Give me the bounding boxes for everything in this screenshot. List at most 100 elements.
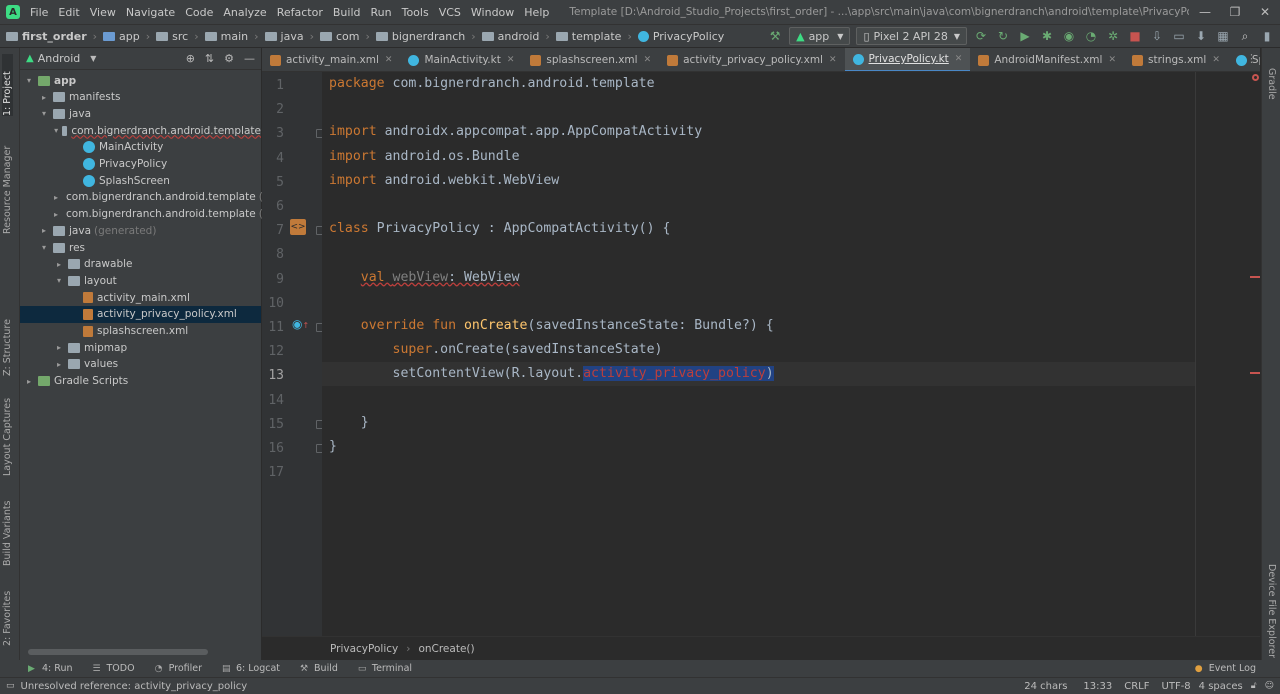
terminal-tool-tab[interactable]: ▭ Terminal <box>358 663 412 674</box>
tree-item-activity-privacy-policy-xml[interactable]: activity_privacy_policy.xml <box>20 305 261 323</box>
chevron-right-icon[interactable]: ▸ <box>54 360 64 369</box>
chevron-down-icon[interactable]: ▼ <box>90 54 96 63</box>
tree-item-mipmap[interactable]: ▸ mipmap <box>20 339 261 356</box>
error-stripe[interactable] <box>1246 72 1260 636</box>
structure-tool-tab[interactable]: Z: Structure <box>2 319 13 376</box>
menu-window[interactable]: Window <box>471 6 514 19</box>
restore-icon[interactable]: ❐ <box>1220 5 1250 19</box>
close-tab-icon[interactable]: ✕ <box>1108 55 1116 65</box>
collapse-all-icon[interactable]: ⇅ <box>205 52 214 65</box>
lock-icon[interactable]: 🔓︎ <box>1251 681 1257 691</box>
tree-item-manifests[interactable]: ▸ manifests <box>20 89 261 106</box>
device-select[interactable]: ▯ Pixel 2 API 28 ▼ <box>856 27 967 45</box>
coverage-icon[interactable]: ◉ <box>1060 27 1078 45</box>
run-icon[interactable]: ▶ <box>1016 27 1034 45</box>
build-tool-tab[interactable]: ⚒ Build <box>300 663 338 674</box>
layout-inspector-icon[interactable]: ▦ <box>1214 27 1232 45</box>
tab-privacypolicy-kt[interactable]: PrivacyPolicy.kt ✕ <box>844 48 971 71</box>
menu-navigate[interactable]: Navigate <box>126 6 175 19</box>
tree-item-com-bignerdranch-android-template[interactable]: ▸com.bignerdranch.android.template(test) <box>20 206 287 223</box>
tree-item-splashscreen[interactable]: SplashScreen <box>20 172 261 189</box>
menu-help[interactable]: Help <box>524 6 549 19</box>
chevron-down-icon[interactable]: ▾ <box>54 126 58 135</box>
minimize-icon[interactable]: — <box>1190 5 1220 19</box>
horizontal-scrollbar[interactable] <box>28 649 208 655</box>
menu-tools[interactable]: Tools <box>402 6 429 19</box>
tree-item-java[interactable]: ▸ java (generated) <box>20 222 261 239</box>
menu-file[interactable]: File <box>30 6 48 19</box>
menu-edit[interactable]: Edit <box>58 6 79 19</box>
menu-analyze[interactable]: Analyze <box>223 6 266 19</box>
tab-splashscreen-xml[interactable]: splashscreen.xml ✕ <box>522 48 659 71</box>
bookmark-icon[interactable]: ▮ <box>1258 27 1276 45</box>
breadcrumb-method[interactable]: onCreate() <box>418 643 474 655</box>
search-icon[interactable]: ⌕ <box>1236 27 1254 45</box>
sync-project-icon[interactable]: ⇩ <box>1148 27 1166 45</box>
sdk-manager-icon[interactable]: ⬇ <box>1192 27 1210 45</box>
nav-crumb-privacypolicy[interactable]: PrivacyPolicy <box>637 30 724 43</box>
menu-code[interactable]: Code <box>185 6 213 19</box>
build-variants-tool-tab[interactable]: Build Variants <box>2 500 13 566</box>
tree-item-com-bignerdranch-android-template[interactable]: ▸com.bignerdranch.android.template(andro <box>20 189 293 206</box>
code-editor[interactable]: package com.bignerdranch.android.templat… <box>322 72 1195 636</box>
tree-item-values[interactable]: ▸ values <box>20 356 261 373</box>
close-tab-icon[interactable]: ✕ <box>644 55 652 65</box>
menu-build[interactable]: Build <box>333 6 361 19</box>
tree-item-app[interactable]: ▾ app <box>20 72 261 89</box>
tree-item-mainactivity[interactable]: MainActivity <box>20 139 261 156</box>
hammer-build-icon[interactable]: ⚒ <box>766 27 784 45</box>
tree-item-res[interactable]: ▾ res <box>20 239 261 256</box>
nav-crumb-main[interactable]: main › <box>204 30 259 43</box>
project-tool-tab[interactable]: 1: Project <box>2 54 13 116</box>
close-tab-icon[interactable]: ✕ <box>385 55 393 65</box>
apply-changes-icon[interactable]: ⟳ <box>972 27 990 45</box>
profile-icon[interactable]: ◔ <box>1082 27 1100 45</box>
stop-icon[interactable]: ■ <box>1126 27 1144 45</box>
chevron-right-icon[interactable]: ▸ <box>39 93 49 102</box>
menu-run[interactable]: Run <box>371 6 392 19</box>
nav-crumb-app[interactable]: app › <box>103 30 150 43</box>
tab-mainactivity-kt[interactable]: MainActivity.kt ✕ <box>400 48 522 71</box>
error-marker[interactable] <box>1250 276 1260 278</box>
error-indicator-icon[interactable] <box>1252 74 1259 81</box>
tree-item-splashscreen-xml[interactable]: splashscreen.xml <box>20 323 261 340</box>
tree-item-gradle-scripts[interactable]: ▸ Gradle Scripts <box>20 373 261 390</box>
tree-item-privacypolicy[interactable]: PrivacyPolicy <box>20 156 261 173</box>
logcat-tool-tab[interactable]: ▤ 6: Logcat <box>222 663 280 674</box>
run-config-select[interactable]: ▲ app ▼ <box>789 27 851 45</box>
nav-crumb-com[interactable]: com › <box>319 30 370 43</box>
error-marker[interactable] <box>1250 372 1260 374</box>
tab-menu-icon[interactable]: ⋮ <box>1246 52 1257 65</box>
nav-crumb-first-order[interactable]: first_order › <box>6 30 97 43</box>
gradle-tool-tab[interactable]: Gradle <box>1266 68 1277 100</box>
gear-icon[interactable]: ⚙ <box>224 52 234 65</box>
chevron-right-icon[interactable]: ▸ <box>24 377 34 386</box>
close-tab-icon[interactable]: ✕ <box>829 55 837 65</box>
tree-item-com-bignerdranch-android-template[interactable]: ▾ com.bignerdranch.android.template <box>20 122 261 139</box>
chevron-right-icon[interactable]: ▸ <box>54 260 64 269</box>
chevron-down-icon[interactable]: ▾ <box>39 243 49 252</box>
nav-crumb-bignerdranch[interactable]: bignerdranch › <box>375 30 476 43</box>
event-log-tool-tab[interactable]: ● Event Log <box>1195 663 1256 674</box>
close-tab-icon[interactable]: ✕ <box>1212 55 1220 65</box>
chevron-down-icon[interactable]: ▾ <box>24 76 34 85</box>
tab-activity-privacy-policy-xml[interactable]: activity_privacy_policy.xml ✕ <box>659 48 844 71</box>
run-tool-tab[interactable]: ▶ 4: Run <box>28 663 72 674</box>
attach-debugger-icon[interactable]: ✲ <box>1104 27 1122 45</box>
apply-code-changes-icon[interactable]: ↻ <box>994 27 1012 45</box>
caret-position[interactable]: 13:33 <box>1083 681 1112 692</box>
favorites-tool-tab[interactable]: 2: Favorites <box>2 588 13 646</box>
close-tab-icon[interactable]: ✕ <box>955 54 963 64</box>
inspector-icon[interactable]: ☺ <box>1265 681 1274 691</box>
nav-crumb-android[interactable]: android › <box>481 30 550 43</box>
chevron-right-icon[interactable]: ▸ <box>54 210 58 219</box>
tab-activity-main-xml[interactable]: activity_main.xml ✕ <box>262 48 400 71</box>
todo-tool-tab[interactable]: ☰ TODO <box>92 663 134 674</box>
device-file-explorer-tool-tab[interactable]: Device File Explorer <box>1266 564 1277 658</box>
class-run-icon[interactable]: <> <box>290 219 306 235</box>
locate-icon[interactable]: ⊕ <box>186 52 195 65</box>
menu-refactor[interactable]: Refactor <box>277 6 323 19</box>
chevron-down-icon[interactable]: ▾ <box>39 109 49 118</box>
indent-setting[interactable]: 4 spaces <box>1199 681 1243 692</box>
close-icon[interactable]: ✕ <box>1250 5 1280 19</box>
